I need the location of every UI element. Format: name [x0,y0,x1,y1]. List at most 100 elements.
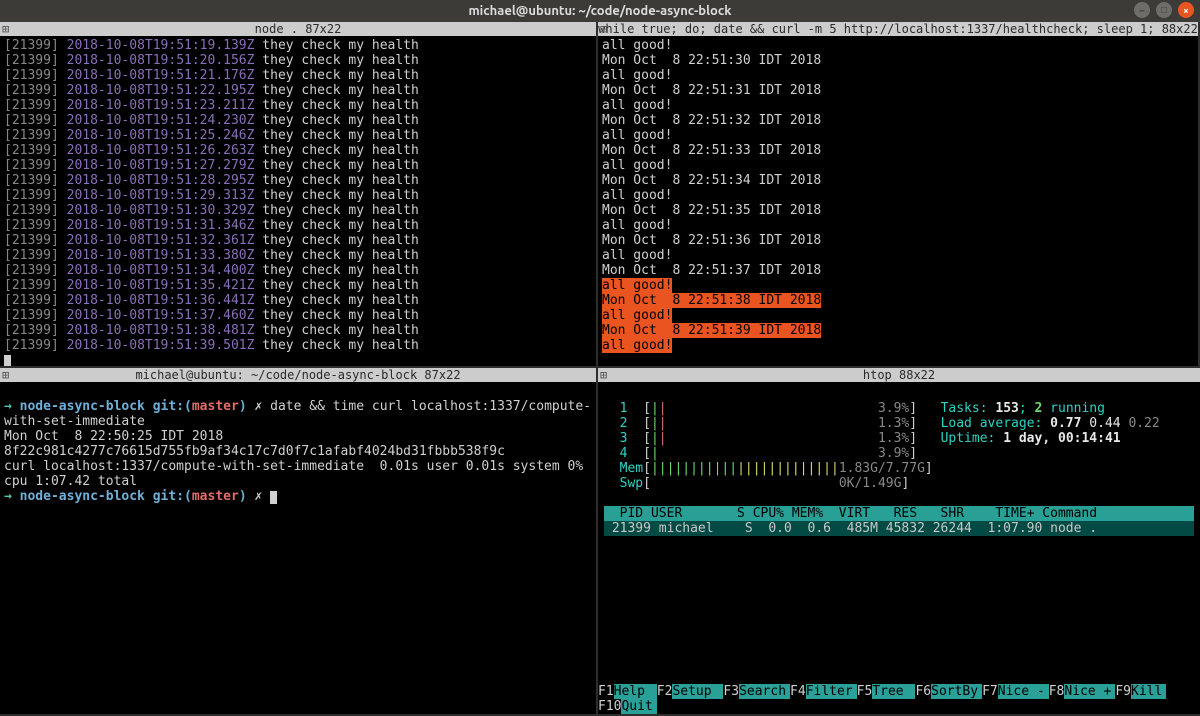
shell-output[interactable]: → node-async-block git:(master) ✗ date &… [0,382,596,521]
minimize-button[interactable]: – [1134,2,1150,18]
log-timestamp: 2018-10-08T19:51:30.329Z [67,203,255,218]
log-timestamp: 2018-10-08T19:51:22.195Z [67,83,255,98]
curl-output-line: all good! [602,128,672,143]
fkey-action[interactable]: Kill [1131,684,1166,699]
log-timestamp: 2018-10-08T19:51:21.176Z [67,68,255,83]
fkey-action[interactable]: Search [739,684,790,699]
fkey-action[interactable]: Tree [872,684,915,699]
log-message: they check my health [262,263,419,278]
pane-healthcheck[interactable]: ⊞ while true; do; date && curl -m 5 http… [598,22,1200,368]
log-message: they check my health [262,308,419,323]
cmd-out-line: Mon Oct 8 22:50:25 IDT 2018 [4,429,223,444]
curl-output-line: all good! [602,248,672,263]
log-timestamp: 2018-10-08T19:51:38.481Z [67,323,255,338]
log-pid: [21399] [4,323,59,338]
prompt-dir: node-async-block [20,489,145,504]
curl-output-line: all good! [602,38,672,53]
log-pid: [21399] [4,248,59,263]
git-branch: master [192,399,239,414]
pane-htop[interactable]: ⊞ htop 88x22 1 [|| 3.9%] Tasks: 153; 2 r… [598,368,1200,716]
log-timestamp: 2018-10-08T19:51:27.279Z [67,158,255,173]
cpu-row: 2 [|| 1.3%] Load average: 0.77 0.44 0.22 [604,416,1160,431]
log-pid: [21399] [4,68,59,83]
cmd-out-line: 8f22c981c4277c76615d755fb9af34c17c7d0f7c… [4,444,505,459]
prompt-arrow-icon: → [4,489,20,504]
fkey-label: F3 [723,684,739,699]
log-timestamp: 2018-10-08T19:51:32.361Z [67,233,255,248]
log-message: they check my health [262,338,419,353]
fkey-label: F6 [915,684,931,699]
git-label: git:( [145,399,192,414]
curl-output-line: Mon Oct 8 22:51:31 IDT 2018 [602,83,821,98]
curl-output-line: all good! [602,218,672,233]
log-message: they check my health [262,293,419,308]
fkey-action[interactable]: Quit [621,699,656,714]
prompt-dir: node-async-block [20,399,145,414]
log-message: they check my health [262,53,419,68]
pane-title-text: michael@ubuntu: ~/code/node-async-block … [135,368,460,382]
htop-process-row[interactable]: 21399 michael S 0.0 0.6 485M 45832 26244… [604,521,1194,536]
log-pid: [21399] [4,143,59,158]
window-titlebar: michael@ubuntu: ~/code/node-async-block … [0,0,1200,22]
cursor[interactable] [270,491,277,504]
close-button[interactable]: × [1178,2,1194,18]
log-timestamp: 2018-10-08T19:51:37.460Z [67,308,255,323]
curl-output-line: Mon Oct 8 22:51:32 IDT 2018 [602,113,821,128]
fkey-action[interactable]: SortBy [931,684,982,699]
log-output: [21399] 2018-10-08T19:51:19.139Z they ch… [0,36,596,368]
pane-corner-icon: ⊞ [2,368,9,382]
curl-output-line: Mon Oct 8 22:51:34 IDT 2018 [602,173,821,188]
htop-column-header[interactable]: PID USER S CPU% MEM% VIRT RES SHR TIME+ … [604,506,1194,521]
pane-shell[interactable]: ⊞ michael@ubuntu: ~/code/node-async-bloc… [0,368,598,716]
prompt-symbol: ✗ [247,489,270,504]
log-message: they check my health [262,188,419,203]
curl-output-line: all good! [602,188,672,203]
fkey-action[interactable]: Nice + [1064,684,1115,699]
pane-title: ⊞ michael@ubuntu: ~/code/node-async-bloc… [0,368,596,382]
fkey-label: F7 [982,684,998,699]
pane-corner-icon: ⊞ [600,368,607,382]
pane-node-log[interactable]: ⊞ node . 87x22 [21399] 2018-10-08T19:51:… [0,22,598,368]
log-pid: [21399] [4,113,59,128]
log-timestamp: 2018-10-08T19:51:31.346Z [67,218,255,233]
log-message: they check my health [262,68,419,83]
log-message: they check my health [262,83,419,98]
log-pid: [21399] [4,53,59,68]
htop-output: 1 [|| 3.9%] Tasks: 153; 2 running 2 [|| … [598,382,1200,566]
fkey-action[interactable]: Setup [672,684,723,699]
fkey-action[interactable]: Nice - [998,684,1049,699]
cursor [4,355,11,368]
curl-output-line: Mon Oct 8 22:51:35 IDT 2018 [602,203,821,218]
log-timestamp: 2018-10-08T19:51:25.246Z [67,128,255,143]
curl-output-line: Mon Oct 8 22:51:33 IDT 2018 [602,143,821,158]
log-timestamp: 2018-10-08T19:51:35.421Z [67,278,255,293]
log-message: they check my health [262,323,419,338]
blank-row [604,491,612,506]
pane-title: ⊞ while true; do; date && curl -m 5 http… [598,22,1198,36]
pane-title: ⊞ node . 87x22 [0,22,596,36]
log-message: they check my health [262,248,419,263]
log-pid: [21399] [4,128,59,143]
log-message: they check my health [262,233,419,248]
cpu-row: 1 [|| 3.9%] Tasks: 153; 2 running [604,401,1105,416]
fkey-label: F2 [657,684,673,699]
git-branch: master [192,489,239,504]
fkey-action[interactable]: Filter [806,684,857,699]
fkey-label: F4 [790,684,806,699]
log-timestamp: 2018-10-08T19:51:26.263Z [67,143,255,158]
log-pid: [21399] [4,218,59,233]
git-label: git:( [145,489,192,504]
curl-output-line-highlight: all good! [602,278,672,293]
prompt-symbol: ✗ [247,399,270,414]
mem-row: Mem[||||||||||||||||||||||||1.83G/7.77G] [604,461,933,476]
curl-output-line: all good! [602,68,672,83]
maximize-button[interactable]: □ [1156,2,1172,18]
curl-output-line: all good! [602,98,672,113]
fkey-action[interactable]: Help [614,684,657,699]
curl-output-line-highlight: Mon Oct 8 22:51:38 IDT 2018 [602,293,821,308]
htop-footer: F1Help F2Setup F3SearchF4FilterF5Tree F6… [598,684,1200,714]
log-message: they check my health [262,98,419,113]
curl-output-line: Mon Oct 8 22:51:36 IDT 2018 [602,233,821,248]
curl-output-line: all good! [602,158,672,173]
window-controls: – □ × [1134,2,1194,18]
